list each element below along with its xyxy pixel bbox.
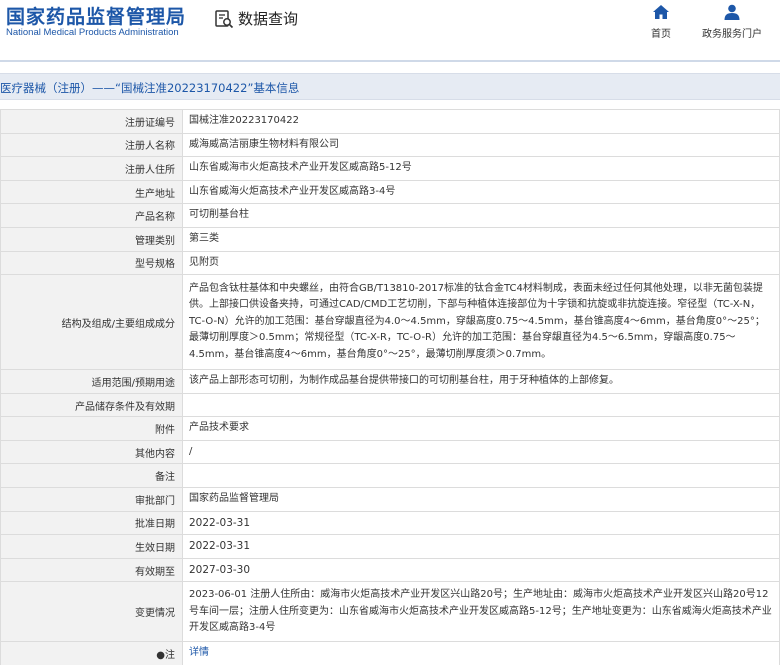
row-value: 2023-06-01 注册人住所由：威海市火炬高技术产业开发区兴山路20号；生产… [182,581,780,643]
site-logo-cn[interactable]: 国家药品监督管理局 [6,2,186,29]
table-row: 有效期至 2027-03-30 [0,557,780,583]
data-query-label: 数据查询 [238,10,299,28]
row-value: 见附页 [182,250,780,276]
document-search-icon [215,9,234,28]
row-label: 注册人名称 [0,132,183,158]
table-row: 批准日期 2022-03-31 [0,510,780,536]
nav-portal-link[interactable]: 政务服务门户 [697,4,767,40]
table-row: 产品储存条件及有效期 [0,392,780,418]
row-value: 山东省威海火炬高技术产业开发区威高路3-4号 [182,179,780,205]
table-row: 结构及组成/主要组成成分 产品包含钛柱基体和中央螺丝，由符合GB/T13810-… [0,274,780,371]
row-value: 国械注准20223170422 [182,109,780,134]
table-row: 注册人住所 山东省威海市火炬高技术产业开发区威高路5-12号 [0,156,780,181]
table-row: 产品名称 可切削基台柱 [0,203,780,228]
row-label: 批准日期 [0,510,183,536]
row-label: 生效日期 [0,534,183,559]
row-label: 审批部门 [0,486,183,512]
row-value: 国家药品监督管理局 [182,486,780,512]
row-value: 可切削基台柱 [182,203,780,228]
record-title-bar: 医疗器械（注册）——“国械注准20223170422”基本信息 [0,73,780,100]
row-label: 型号规格 [0,250,183,276]
row-label: 结构及组成/主要组成成分 [0,274,183,371]
registration-info-table: 注册证编号 国械注准20223170422 注册人名称 威海威高洁丽康生物材料有… [0,109,780,665]
table-row: ●注 详情 [0,641,780,665]
row-value: 详情 [182,641,780,665]
row-label: 产品储存条件及有效期 [0,392,183,418]
row-label: 其他内容 [0,439,183,465]
site-logo-en[interactable]: National Medical Products Administration [6,27,179,38]
data-query-title[interactable]: 数据查询 [214,8,298,29]
nav-home-label: 首页 [651,29,671,40]
row-value: 山东省威海市火炬高技术产业开发区威高路5-12号 [182,156,780,181]
row-value: 第三类 [182,226,780,252]
table-row: 管理类别 第三类 [0,226,780,252]
row-value: 2022-03-31 [182,534,780,559]
table-row: 注册人名称 威海威高洁丽康生物材料有限公司 [0,132,780,158]
record-title: 医疗器械（注册）——“国械注准20223170422”基本信息 [0,81,300,95]
row-label: 备注 [0,463,183,488]
site-header: 国家药品监督管理局 National Medical Products Admi… [0,0,780,60]
row-label: 产品名称 [0,203,183,228]
row-value [182,392,780,418]
nav-portal-label: 政务服务门户 [702,29,762,40]
table-row: 生效日期 2022-03-31 [0,534,780,559]
header-divider [0,60,780,62]
detail-link[interactable]: 详情 [189,647,209,658]
table-row: 审批部门 国家药品监督管理局 [0,486,780,512]
nav-home-link[interactable]: 首页 [646,4,676,40]
row-label: 变更情况 [0,581,183,643]
row-label: ●注 [0,641,183,665]
table-row: 注册证编号 国械注准20223170422 [0,109,780,134]
table-row: 适用范围/预期用途 该产品上部形态可切削，为制作成品基台提供带接口的可切削基台柱… [0,369,780,394]
row-value: / [182,439,780,465]
row-label: 附件 [0,416,183,441]
row-value: 该产品上部形态可切削，为制作成品基台提供带接口的可切削基台柱，用于牙种植体的上部… [182,369,780,394]
table-row: 其他内容 / [0,439,780,465]
row-value [182,463,780,488]
row-value: 产品技术要求 [182,416,780,441]
table-row: 型号规格 见附页 [0,250,780,276]
table-row: 生产地址 山东省威海火炬高技术产业开发区威高路3-4号 [0,179,780,205]
row-label: 管理类别 [0,226,183,252]
row-label: 注册人住所 [0,156,183,181]
table-row: 变更情况 2023-06-01 注册人住所由：威海市火炬高技术产业开发区兴山路2… [0,581,780,643]
home-icon [653,5,669,19]
row-value: 2027-03-30 [182,557,780,583]
table-row: 备注 [0,463,780,488]
row-label: 适用范围/预期用途 [0,369,183,394]
row-label: 注册证编号 [0,109,183,134]
row-value: 2022-03-31 [182,510,780,536]
user-icon [724,4,740,20]
table-row: 附件 产品技术要求 [0,416,780,441]
row-value: 产品包含钛柱基体和中央螺丝，由符合GB/T13810-2017标准的钛合金TC4… [182,274,780,371]
row-label: 生产地址 [0,179,183,205]
row-value: 威海威高洁丽康生物材料有限公司 [182,132,780,158]
row-label: 有效期至 [0,557,183,583]
